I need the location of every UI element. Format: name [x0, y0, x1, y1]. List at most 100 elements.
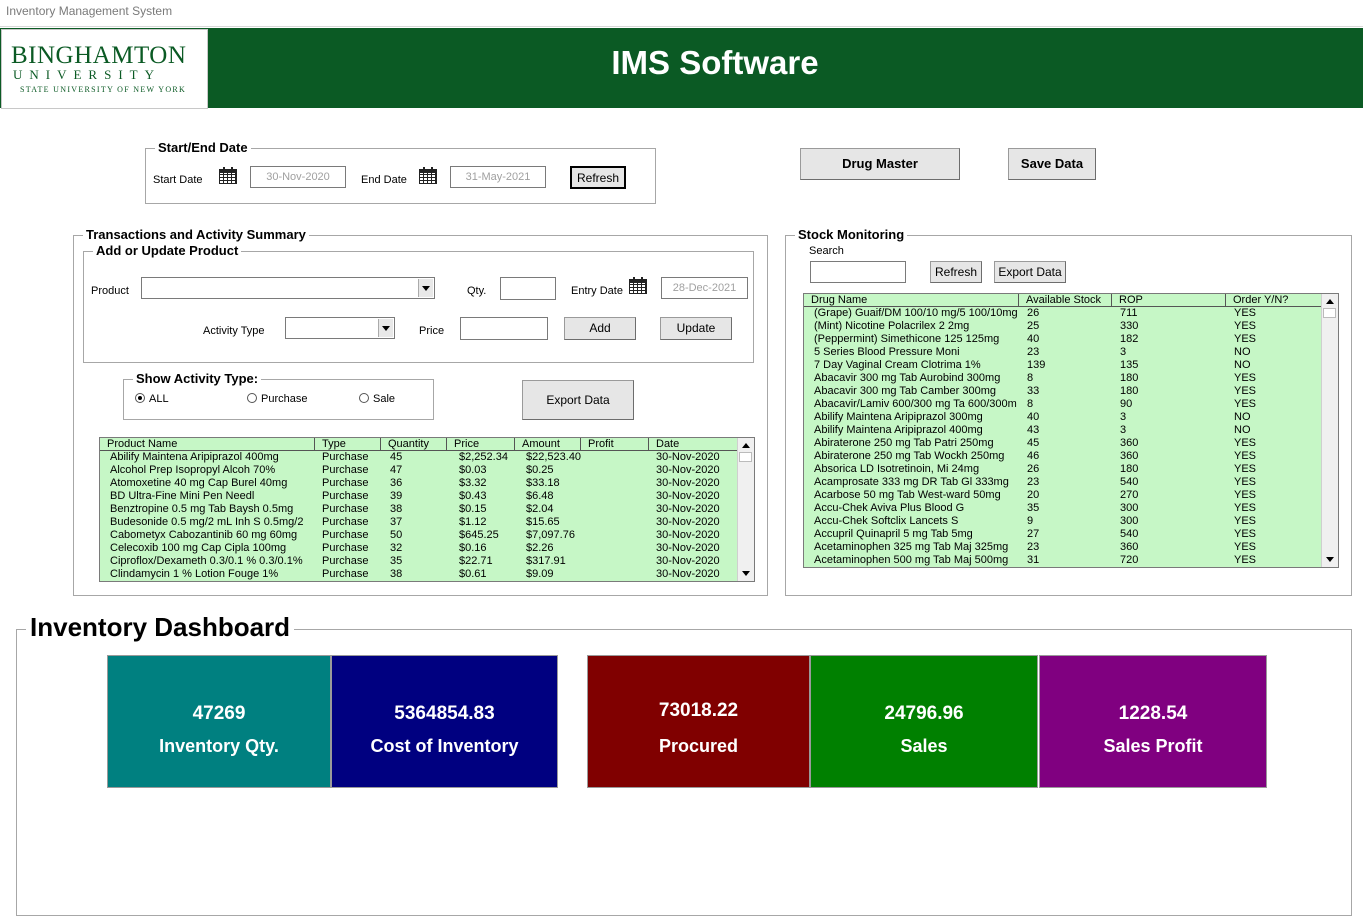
transaction-cell: $0.61 — [459, 568, 487, 580]
stock-row[interactable]: Absorica LD Isotretinoin, Mi 24mg 26 180 YE… — [804, 463, 1338, 476]
transaction-row[interactable]: Atomoxetine 40 mg Cap Burel 40mg Purchase… — [100, 477, 754, 490]
product-select[interactable] — [141, 277, 435, 299]
scroll-down-icon[interactable] — [738, 567, 754, 581]
qty-label: Qty. — [467, 285, 487, 297]
transactions-export-button[interactable]: Export Data — [522, 380, 634, 420]
stock-row[interactable]: (Peppermint) Simethicone 125 125mg 40 182 Y… — [804, 333, 1338, 346]
product-form-group — [83, 251, 754, 363]
col-drug-name[interactable]: Drug Name — [804, 294, 1019, 306]
transaction-row[interactable]: Budesonide 0.5 mg/2 mL Inh S 0.5mg/2 Purc… — [100, 516, 754, 529]
stock-row[interactable]: Abiraterone 250 mg Tab Patri 250mg 45 360 Y… — [804, 437, 1338, 450]
date-refresh-button[interactable]: Refresh — [570, 166, 626, 189]
end-date-calendar-icon[interactable] — [419, 167, 437, 184]
filter-purchase-label[interactable]: Purchase — [261, 393, 307, 405]
stock-row[interactable]: Abiraterone 250 mg Tab Wockh 250mg 46 360 Y… — [804, 450, 1338, 463]
stock-row[interactable]: Accu-Chek Softclix Lancets S 9 300 YES — [804, 515, 1338, 528]
scroll-thumb[interactable] — [739, 452, 752, 462]
col-rop[interactable]: ROP — [1112, 294, 1226, 306]
filter-sale-radio[interactable] — [359, 393, 369, 403]
transaction-row[interactable]: Benztropine 0.5 mg Tab Baysh 0.5mg Purcha… — [100, 503, 754, 516]
stock-cell: (Grape) Guaif/DM 100/10 mg/5 100/10mg — [814, 307, 1018, 319]
stock-cell: 26 — [1027, 463, 1040, 475]
stock-row[interactable]: (Mint) Nicotine Polacrilex 2 2mg 25 330 YES — [804, 320, 1338, 333]
stock-scrollbar[interactable] — [1321, 294, 1338, 567]
transaction-cell: 30-Nov-2020 — [656, 555, 720, 567]
stock-row[interactable]: Abilify Maintena Aripiprazol 300mg 40 3 NO — [804, 411, 1338, 424]
start-date-calendar-icon[interactable] — [219, 167, 237, 184]
qty-input[interactable] — [500, 277, 556, 300]
col-order-yn[interactable]: Order Y/N? — [1226, 294, 1324, 306]
stock-row[interactable]: Acamprosate 333 mg DR Tab Gl 333mg 23 540 Y… — [804, 476, 1338, 489]
transaction-cell: $1.12 — [459, 516, 487, 528]
end-date-field[interactable]: 31-May-2021 — [450, 166, 546, 188]
stock-cell: 180 — [1120, 372, 1139, 384]
transaction-row[interactable]: Abilify Maintena Aripiprazol 400mg Purcha… — [100, 451, 754, 464]
transaction-row[interactable]: Clindamycin 1 % Lotion Fouge 1% Purchase 3… — [100, 568, 754, 581]
start-date-field[interactable]: 30-Nov-2020 — [250, 166, 346, 188]
stock-row[interactable]: Accupril Quinapril 5 mg Tab 5mg 27 540 YES — [804, 528, 1338, 541]
transaction-cell: $2.26 — [526, 542, 554, 554]
filter-purchase-radio[interactable] — [247, 393, 257, 403]
stock-row[interactable]: Accu-Chek Aviva Plus Blood G 35 300 YES — [804, 502, 1338, 515]
kpi-value: 73018.22 — [658, 700, 739, 721]
filter-all-label[interactable]: ALL — [149, 393, 169, 405]
entry-date-calendar-icon[interactable] — [629, 277, 647, 294]
save-data-button[interactable]: Save Data — [1008, 148, 1096, 180]
stock-cell: Abilify Maintena Aripiprazol 300mg — [814, 411, 983, 423]
transaction-cell: $0.15 — [459, 503, 487, 515]
col-price[interactable]: Price — [447, 438, 515, 450]
scroll-up-icon[interactable] — [738, 438, 754, 452]
col-type[interactable]: Type — [315, 438, 381, 450]
transaction-row[interactable]: Celecoxib 100 mg Cap Cipla 100mg Purchase… — [100, 542, 754, 555]
stock-row[interactable]: 5 Series Blood Pressure Moni 23 3 NO — [804, 346, 1338, 359]
filter-all-radio[interactable] — [135, 393, 145, 403]
stock-cell: Acetaminophen 500 mg Tab Maj 500mg — [814, 554, 1009, 566]
transactions-list[interactable]: Product Name Type Quantity Price Amount … — [99, 437, 755, 582]
scroll-down-icon[interactable] — [1322, 553, 1338, 567]
stock-row[interactable]: (Grape) Guaif/DM 100/10 mg/5 100/10mg 26 7… — [804, 307, 1338, 320]
col-quantity[interactable]: Quantity — [381, 438, 447, 450]
add-button[interactable]: Add — [564, 317, 636, 340]
stock-cell: YES — [1234, 437, 1257, 449]
stock-cell: 46 — [1027, 450, 1040, 462]
transaction-cell: 47 — [390, 464, 403, 476]
update-button[interactable]: Update — [660, 317, 732, 340]
entry-date-field[interactable]: 28-Dec-2021 — [661, 277, 748, 299]
transaction-row[interactable]: Ciproflox/Dexameth 0.3/0.1 % 0.3/0.1% Pur… — [100, 555, 754, 568]
col-available-stock[interactable]: Available Stock — [1019, 294, 1112, 306]
scroll-up-icon[interactable] — [1322, 294, 1338, 308]
logo-line2: UNIVERSITY — [13, 67, 161, 82]
transaction-row[interactable]: BD Ultra-Fine Mini Pen Needl Purchase 39 $0… — [100, 490, 754, 503]
stock-export-button[interactable]: Export Data — [994, 261, 1066, 283]
transactions-scrollbar[interactable] — [737, 438, 754, 581]
col-profit[interactable]: Profit — [581, 438, 649, 450]
stock-row[interactable]: Acetaminophen 325 mg Tab Maj 325mg 23 360 Y… — [804, 541, 1338, 554]
stock-row[interactable]: Abilify Maintena Aripiprazol 400mg 43 3 NO — [804, 424, 1338, 437]
stock-row[interactable]: Acarbose 50 mg Tab West-ward 50mg 20 270 YE… — [804, 489, 1338, 502]
col-date[interactable]: Date — [649, 438, 739, 450]
col-product-name[interactable]: Product Name — [100, 438, 315, 450]
scroll-thumb[interactable] — [1323, 308, 1336, 318]
university-logo: BINGHAMTON UNIVERSITY STATE UNIVERSITY O… — [1, 29, 208, 109]
activity-type-select[interactable] — [285, 317, 395, 339]
chevron-down-icon[interactable] — [418, 279, 433, 297]
stock-row[interactable]: Abacavir 300 mg Tab Camber 300mg 33 180 YES — [804, 385, 1338, 398]
transaction-row[interactable]: Cabometyx Cabozantinib 60 mg 60mg Purchas… — [100, 529, 754, 542]
stock-row[interactable]: Abacavir/Lamiv 600/300 mg Ta 600/300m 8 90… — [804, 398, 1338, 411]
drug-master-button[interactable]: Drug Master — [800, 148, 960, 180]
chevron-down-icon[interactable] — [378, 319, 393, 337]
col-amount[interactable]: Amount — [515, 438, 581, 450]
transaction-cell: $645.25 — [459, 529, 499, 541]
filter-sale-label[interactable]: Sale — [373, 393, 395, 405]
stock-list[interactable]: Drug Name Available Stock ROP Order Y/N?… — [803, 293, 1339, 568]
stock-row[interactable]: Abacavir 300 mg Tab Aurobind 300mg 8 180 YE… — [804, 372, 1338, 385]
stock-cell: 360 — [1120, 541, 1139, 553]
stock-row[interactable]: 7 Day Vaginal Cream Clotrima 1% 139 135 NO — [804, 359, 1338, 372]
stock-search-input[interactable] — [810, 261, 906, 283]
price-input[interactable] — [460, 317, 548, 340]
transaction-cell: Cabometyx Cabozantinib 60 mg 60mg — [110, 529, 298, 541]
stock-refresh-button[interactable]: Refresh — [930, 261, 982, 283]
stock-row[interactable]: Acetaminophen 500 mg Tab Maj 500mg 31 720 Y… — [804, 554, 1338, 567]
transaction-row[interactable]: Alcohol Prep Isopropyl Alcoh 70% Purchase… — [100, 464, 754, 477]
stock-cell: 90 — [1120, 398, 1133, 410]
